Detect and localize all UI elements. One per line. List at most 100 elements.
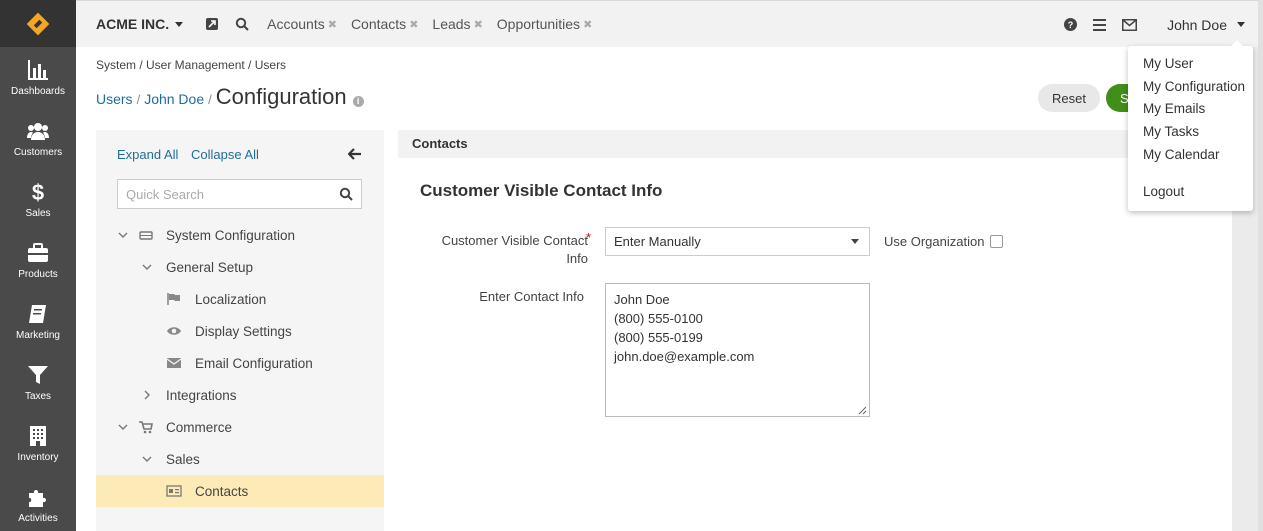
nav-marketing[interactable]: Marketing [0,291,76,352]
nav-activities[interactable]: Activities [0,474,76,531]
users-icon [27,122,49,140]
select-value: Enter Manually [614,234,701,249]
menu-item-my-tasks[interactable]: My Tasks [1143,124,1199,139]
user-dropdown-menu: My User My Configuration My Emails My Ta… [1128,40,1253,211]
filter-icon [28,365,48,384]
pinned-tab-label: Opportunities [496,16,581,32]
chevron-right-icon[interactable] [142,390,152,400]
nav-products[interactable]: Products [0,230,76,291]
breadcrumb-separator: / [208,92,212,107]
search-icon[interactable] [235,17,249,31]
server-icon [139,231,153,240]
envelope-icon[interactable] [1122,18,1138,31]
info-icon[interactable]: i [352,96,364,107]
menu-icon[interactable] [1093,18,1107,31]
breadcrumb-link-user[interactable]: John Doe [144,91,204,107]
chevron-down-icon[interactable] [142,454,152,464]
tree-node-system-configuration[interactable]: System Configuration [96,219,384,251]
nav-taxes[interactable]: Taxes [0,352,76,413]
required-marker: * [586,230,592,245]
id-card-icon [166,485,182,497]
help-icon[interactable]: ? [1064,18,1078,31]
nav-customers[interactable]: Customers [0,108,76,169]
tree-node-integrations[interactable]: Integrations [96,379,384,411]
svg-text:?: ? [1068,20,1074,30]
org-name: ACME INC. [96,16,170,32]
close-icon[interactable]: ✖ [409,18,418,31]
nav-label: Sales [25,207,51,219]
pinned-tab-label: Contacts [350,16,407,32]
tree-node-label: Localization [195,291,267,307]
envelope-icon [166,358,182,368]
menu-item-my-emails[interactable]: My Emails [1143,101,1205,116]
close-icon[interactable]: ✖ [328,18,337,31]
user-name: John Doe [1167,16,1227,33]
app-logo[interactable] [0,0,76,47]
user-menu-toggle[interactable]: John Doe [1167,17,1245,33]
tree-node-localization[interactable]: Localization [96,283,384,315]
contact-info-textarea[interactable]: John Doe (800) 555-0100 (800) 555-0199 j… [605,283,870,417]
pin-tab-icon[interactable] [205,17,219,31]
pinned-tab-contacts[interactable]: Contacts ✖ [351,16,418,32]
flag-icon [167,293,180,305]
nav-inventory[interactable]: Inventory [0,413,76,474]
breadcrumb: System / User Management / Users [96,58,287,72]
chevron-down-icon[interactable] [118,422,128,432]
tree-node-label: Contacts [195,483,249,499]
menu-item-my-user[interactable]: My User [1143,56,1193,71]
breadcrumb-link-users[interactable]: Users [96,91,133,107]
chevron-down-icon[interactable] [118,230,128,240]
tree-node-contacts[interactable]: Contacts [96,475,384,507]
collapse-all-link[interactable]: Collapse All [191,147,259,162]
quick-search-input[interactable] [118,186,339,202]
tree-node-label: Integrations [166,387,237,403]
pinned-tab-accounts[interactable]: Accounts ✖ [267,16,337,32]
reset-button[interactable]: Reset [1038,84,1100,112]
use-organization-checkbox[interactable] [990,235,1003,248]
top-bar: ACME INC. Accounts ✖ Contacts ✖ Leads ✖ … [76,0,1263,47]
tree-node-email-configuration[interactable]: Email Configuration [96,347,384,379]
eye-icon [167,327,181,335]
org-switcher[interactable]: ACME INC. [96,16,184,32]
pinned-tab-opportunities[interactable]: Opportunities ✖ [497,16,593,32]
field-label-line: Customer Visible Contact [441,233,588,248]
section-header: Contacts [398,130,1232,158]
field-label-enter-contact-info: Enter Contact Info [479,289,584,304]
section-title: Customer Visible Contact Info [420,181,663,200]
page-title: Configuration [215,84,347,109]
menu-item-my-calendar[interactable]: My Calendar [1143,147,1220,162]
pinned-tab-label: Leads [432,16,471,32]
book-icon [29,304,46,323]
close-icon[interactable]: ✖ [583,18,592,31]
menu-item-my-configuration[interactable]: My Configuration [1143,79,1245,94]
nav-dashboards[interactable]: Dashboards [0,47,76,108]
close-icon[interactable]: ✖ [474,18,483,31]
tree-node-label: Email Configuration [195,355,313,371]
pinned-tab-leads[interactable]: Leads ✖ [432,16,482,32]
nav-label: Inventory [17,451,59,463]
resize-grip-icon[interactable] [858,406,867,415]
tree-node-general-setup[interactable]: General Setup [96,251,384,283]
quick-search [117,179,362,209]
tree-node-display-settings[interactable]: Display Settings [96,315,384,347]
logo-icon [26,12,50,35]
menu-item-logout[interactable]: Logout [1143,184,1184,199]
contact-info-select[interactable]: Enter Manually [605,227,870,256]
pinned-tab-label: Accounts [267,16,325,32]
nav-label: Marketing [16,329,60,341]
textarea-line: john.doe@example.com [614,349,755,364]
nav-sales[interactable]: $ Sales [0,169,76,230]
cart-icon [139,421,153,434]
expand-all-link[interactable]: Expand All [117,147,178,162]
nav-label: Dashboards [11,85,65,97]
search-icon[interactable] [339,187,353,201]
chevron-down-icon[interactable] [142,262,152,272]
tree-node-sales[interactable]: Sales [96,443,384,475]
tree-node-label: Commerce [166,419,233,435]
arrow-left-icon[interactable] [348,148,362,160]
svg-text:$: $ [32,181,44,203]
nav-label: Customers [13,146,63,158]
window-scrollbar[interactable] [1258,0,1263,531]
puzzle-icon [29,489,46,507]
tree-node-commerce[interactable]: Commerce [96,411,384,443]
